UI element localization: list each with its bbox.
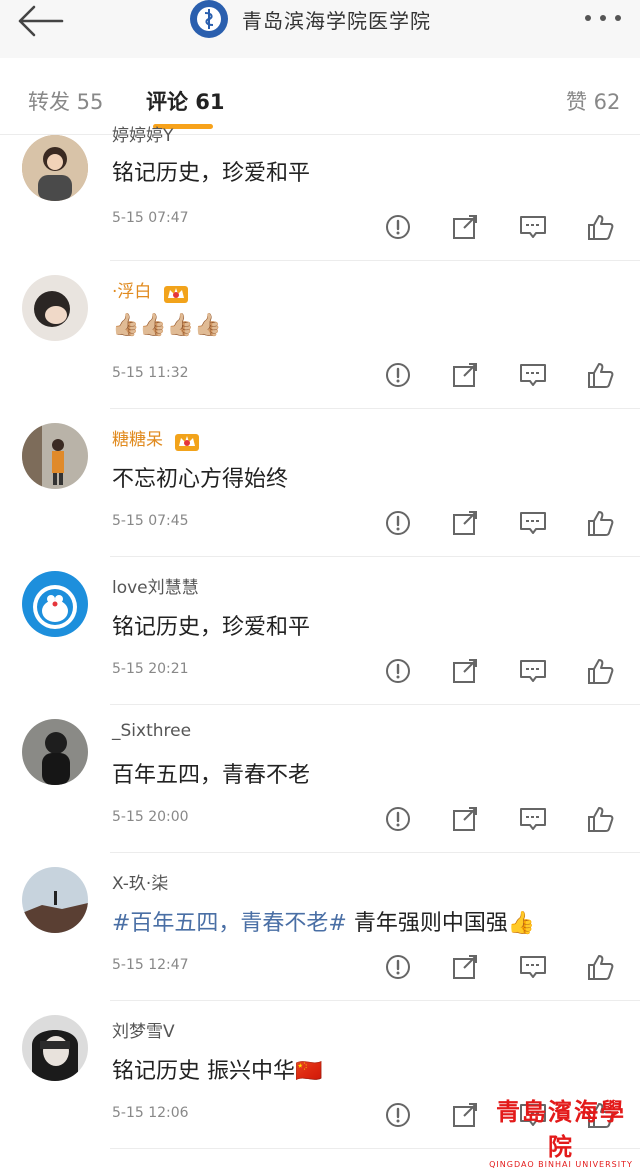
like-button[interactable] xyxy=(585,656,615,686)
share-icon xyxy=(453,807,477,831)
watermark-cn: 青島濱海學院 xyxy=(496,1097,626,1161)
report-icon xyxy=(386,1103,410,1127)
share-icon xyxy=(453,511,477,535)
comment-username[interactable]: X-玖·柒 xyxy=(112,869,168,894)
report-icon xyxy=(386,363,410,387)
reply-button[interactable] xyxy=(518,212,548,242)
like-icon xyxy=(588,955,614,980)
reply-icon xyxy=(520,364,546,386)
page-title: 青岛滨海学院医学院 xyxy=(242,8,431,33)
like-icon xyxy=(588,807,614,832)
comment-text: 不忘初心方得始终 xyxy=(112,467,289,492)
like-icon xyxy=(588,215,614,240)
more-button[interactable] xyxy=(580,6,626,30)
comment-username[interactable]: ·浮白 xyxy=(112,277,189,304)
repost-button[interactable] xyxy=(450,1100,480,1130)
share-icon xyxy=(453,363,477,387)
repost-button[interactable] xyxy=(450,656,480,686)
header-title-group: 青岛滨海学院医学院 xyxy=(190,0,431,38)
report-icon xyxy=(386,215,410,239)
report-button[interactable] xyxy=(383,1100,413,1130)
like-icon xyxy=(588,511,614,536)
vip-crown-icon xyxy=(175,434,200,451)
share-icon xyxy=(453,955,477,979)
reply-icon xyxy=(520,512,546,534)
comment-time: 5-15 11:32 xyxy=(112,365,189,381)
vip-crown-icon xyxy=(163,286,188,303)
comment-time: 5-15 07:45 xyxy=(112,513,189,529)
repost-button[interactable] xyxy=(450,952,480,982)
report-button[interactable] xyxy=(383,656,413,686)
report-button[interactable] xyxy=(383,508,413,538)
tab-likes[interactable]: 赞 62 xyxy=(566,86,620,116)
more-dots-icon xyxy=(585,15,621,21)
arrow-left-icon xyxy=(18,5,64,37)
top-bar: 青岛滨海学院医学院 xyxy=(0,0,640,59)
like-button[interactable] xyxy=(585,212,615,242)
comment-time: 5-15 12:06 xyxy=(112,1105,189,1121)
avatar[interactable] xyxy=(22,867,88,933)
comment-time: 5-15 12:47 xyxy=(112,957,189,973)
report-button[interactable] xyxy=(383,804,413,834)
reply-button[interactable] xyxy=(518,804,548,834)
repost-button[interactable] xyxy=(450,508,480,538)
comment-text: 铭记历史，珍爱和平 xyxy=(112,615,311,640)
comment-text: #百年五四，青春不老# 青年强则中国强👍 xyxy=(112,911,536,936)
comment-username[interactable]: 糖糖呆 xyxy=(112,425,200,452)
comment-username[interactable]: _Sixthree xyxy=(112,721,191,741)
like-button[interactable] xyxy=(585,952,615,982)
report-button[interactable] xyxy=(383,212,413,242)
watermark-en: QINGDAO BINHAI UNIVERSITY xyxy=(489,1160,633,1169)
report-button[interactable] xyxy=(383,952,413,982)
comment-time: 5-15 20:00 xyxy=(112,809,189,825)
hashtag-link[interactable]: #百年五四，青春不老# xyxy=(112,911,347,936)
comment-text: 百年五四，青春不老 xyxy=(112,763,311,788)
report-button[interactable] xyxy=(383,360,413,390)
comment-text: 铭记历史 振兴中华🇨🇳 xyxy=(112,1059,323,1084)
like-button[interactable] xyxy=(585,360,615,390)
share-icon xyxy=(453,215,477,239)
like-button[interactable] xyxy=(585,804,615,834)
like-icon xyxy=(588,659,614,684)
share-icon xyxy=(453,1103,477,1127)
back-button[interactable] xyxy=(14,4,66,38)
comment-time: 5-15 07:47 xyxy=(112,210,189,226)
like-button[interactable] xyxy=(585,508,615,538)
avatar[interactable] xyxy=(22,571,88,637)
reply-button[interactable] xyxy=(518,952,548,982)
avatar[interactable] xyxy=(22,135,88,201)
report-icon xyxy=(386,955,410,979)
reply-icon xyxy=(520,216,546,238)
avatar[interactable] xyxy=(22,423,88,489)
comment-username[interactable]: 婷婷婷Y xyxy=(112,121,173,146)
college-logo xyxy=(190,0,228,38)
repost-button[interactable] xyxy=(450,804,480,834)
reply-icon xyxy=(520,808,546,830)
comment-text: 👍🏼👍🏼👍🏼👍🏼 xyxy=(112,313,222,338)
report-icon xyxy=(386,659,410,683)
report-icon xyxy=(386,807,410,831)
tab-repost[interactable]: 转发 55 xyxy=(28,86,103,116)
avatar[interactable] xyxy=(22,275,88,341)
tab-comments[interactable]: 评论 61 xyxy=(146,86,225,116)
comment-username[interactable]: love刘慧慧 xyxy=(112,573,199,598)
reply-icon xyxy=(520,956,546,978)
avatar[interactable] xyxy=(22,1015,88,1081)
avatar[interactable] xyxy=(22,719,88,785)
reply-button[interactable] xyxy=(518,508,548,538)
repost-button[interactable] xyxy=(450,360,480,390)
like-icon xyxy=(588,363,614,388)
report-icon xyxy=(386,511,410,535)
comment-time: 5-15 20:21 xyxy=(112,661,189,677)
reply-button[interactable] xyxy=(518,656,548,686)
comment-text: 铭记历史，珍爱和平 xyxy=(112,161,311,186)
reply-icon xyxy=(520,660,546,682)
comment-username[interactable]: 刘梦雪V xyxy=(112,1017,175,1042)
reply-button[interactable] xyxy=(518,360,548,390)
share-icon xyxy=(453,659,477,683)
watermark: 青島濱海學院 QINGDAO BINHAI UNIVERSITY xyxy=(486,1092,636,1169)
repost-button[interactable] xyxy=(450,212,480,242)
